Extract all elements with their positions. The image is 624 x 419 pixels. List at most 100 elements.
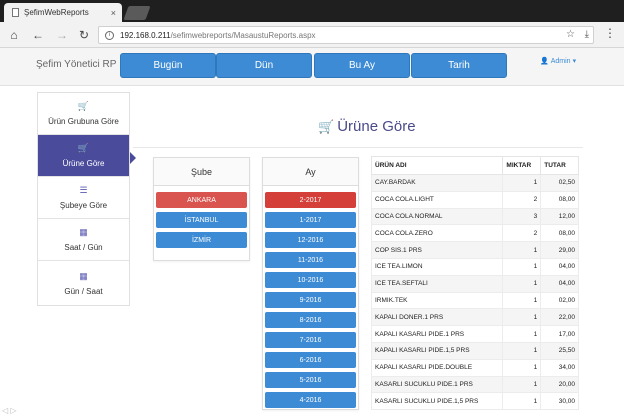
column-header-product[interactable]: ÜRÜN ADI — [371, 156, 504, 175]
calendar-icon: ▦ — [79, 227, 88, 237]
info-icon[interactable]: i — [105, 30, 114, 40]
month-button[interactable]: 11-2016 — [265, 252, 356, 268]
table-row[interactable]: ICE TEA.SEFTALI 1 04,00 — [371, 274, 579, 293]
sidebar-item-label: Şubeye Göre — [59, 201, 108, 210]
cell-amount: 22,00 — [540, 308, 579, 327]
column-header-quantity[interactable]: MIKTAR — [502, 156, 542, 175]
month-button[interactable]: 8-2016 — [265, 312, 356, 328]
month-button[interactable]: 4-2016 — [265, 392, 356, 408]
sidebar-item-branch[interactable]: ☰ Şubeye Göre — [38, 177, 129, 219]
month-panel-header: Ay — [263, 158, 358, 186]
cell-amount: 04,00 — [540, 274, 579, 293]
cell-product-name: IRMIK.TEK — [371, 291, 504, 310]
cell-quantity: 1 — [502, 291, 542, 310]
cell-quantity: 2 — [502, 190, 542, 209]
cell-product-name: ICE TEA.LIMON — [371, 257, 504, 276]
month-panel: Ay 2-2017 1-2017 12-2016 11-2016 10-2016… — [262, 157, 359, 410]
bookmark-star-icon[interactable]: ☆ — [566, 29, 575, 40]
cell-amount: 25,50 — [540, 341, 579, 360]
user-menu[interactable]: 👤 Admin ▾ — [540, 57, 576, 66]
document-icon — [12, 8, 19, 17]
product-report-table: ÜRÜN ADI MIKTAR TUTAR CAY.BARDAK 1 02,50 CO… — [371, 156, 579, 411]
table-row[interactable]: KAPALI KASARLI PIDE.1,5 PRS 1 25,50 — [371, 341, 579, 360]
sidebar-item-day-hour[interactable]: ▦ Gün / Saat — [38, 261, 129, 305]
yesterday-button[interactable]: Dün — [216, 53, 312, 78]
cell-amount: 08,00 — [540, 190, 579, 209]
table-row[interactable]: COCA COLA.LIGHT 2 08,00 — [371, 190, 579, 209]
cart-icon: 🛒 — [318, 118, 335, 134]
browser-menu-icon[interactable]: ⋮ — [604, 26, 616, 40]
address-bar[interactable]: i 192.168.0.211 /sefimwebreports/Masaust… — [98, 26, 594, 44]
branch-panel: Şube ANKARA İSTANBUL İZMİR — [153, 157, 250, 261]
this-month-button[interactable]: Bu Ay — [314, 53, 410, 78]
table-row[interactable]: KASARLI SUCUKLU PIDE.1,5 PRS 1 30,00 — [371, 392, 579, 411]
branch-panel-header: Şube — [154, 158, 249, 186]
cell-quantity: 1 — [502, 257, 542, 276]
cell-product-name: KAPALI KASARLI PIDE.1 PRS — [371, 325, 504, 343]
sidebar-item-hour-day[interactable]: ▦ Saat / Gün — [38, 219, 129, 261]
sidebar-item-label: Ürün Grubuna Göre — [48, 117, 119, 126]
cell-product-name: KAPALI DONER.1 PRS — [371, 308, 504, 327]
calendar-icon: ▦ — [79, 270, 88, 281]
month-button[interactable]: 12-2016 — [265, 232, 356, 248]
month-button[interactable]: 7-2016 — [265, 332, 356, 348]
browser-tab[interactable]: ŞefimWebReports × — [4, 3, 122, 22]
table-row[interactable]: IRMIK.TEK 1 02,00 — [371, 291, 579, 310]
branch-button-istanbul[interactable]: İSTANBUL — [156, 212, 247, 228]
brand-name[interactable]: Şefim Yönetici RP — [36, 59, 116, 70]
cell-amount: 12,00 — [540, 207, 579, 226]
table-row[interactable]: COCA COLA.ZERO 2 08,00 — [371, 224, 579, 243]
column-header-amount[interactable]: TUTAR — [540, 156, 579, 175]
month-button[interactable]: 10-2016 — [265, 272, 356, 288]
month-button[interactable]: 1-2017 — [265, 212, 356, 228]
home-icon[interactable]: ⌂ — [6, 27, 22, 43]
table-row[interactable]: KAPALI KASARLI PIDE.1 PRS 1 17,00 — [371, 325, 579, 343]
cell-amount: 17,00 — [540, 325, 579, 343]
sidebar-item-product-group[interactable]: 🛒 Ürün Grubuna Göre — [38, 93, 129, 135]
cell-quantity: 2 — [502, 224, 542, 243]
date-button[interactable]: Tarih — [411, 53, 507, 78]
new-tab-button[interactable] — [123, 6, 151, 20]
month-button[interactable]: 9-2016 — [265, 292, 356, 308]
forward-icon[interactable]: → — [54, 27, 70, 43]
sidebar-item-product[interactable]: 🛒 Ürüne Göre — [38, 135, 129, 177]
branch-button-ankara[interactable]: ANKARA — [156, 192, 247, 208]
table-row[interactable]: COP SIS.1 PRS 1 29,00 — [371, 241, 579, 259]
table-body: CAY.BARDAK 1 02,50 COCA COLA.LIGHT 2 08,00 COC… — [371, 174, 579, 411]
cell-product-name: KASARLI SUCUKLU PIDE.1,5 PRS — [371, 392, 504, 411]
close-tab-icon[interactable]: × — [111, 8, 116, 18]
list-icon: ☰ — [79, 185, 88, 195]
user-name: Admin — [550, 57, 571, 65]
table-row[interactable]: KAPALI KASARLI PIDE.DOUBLE 1 34,00 — [371, 358, 579, 377]
cell-amount: 30,00 — [540, 392, 579, 411]
table-row[interactable]: KAPALI DONER.1 PRS 1 22,00 — [371, 308, 579, 327]
page-title: 🛒 Ürüne Göre — [318, 118, 416, 135]
sidebar-item-label: Ürüne Göre — [62, 159, 105, 168]
month-button[interactable]: 5-2016 — [265, 372, 356, 388]
table-row[interactable]: CAY.BARDAK 1 02,50 — [371, 174, 579, 192]
cell-quantity: 1 — [502, 174, 542, 192]
cart-icon: 🛒 — [77, 143, 90, 153]
nav-arrows-hint: ◁ ▷ — [2, 406, 17, 415]
tab-title: ŞefimWebReports — [24, 8, 89, 17]
table-header-row: ÜRÜN ADI MIKTAR TUTAR — [371, 156, 579, 175]
month-button[interactable]: 2-2017 — [265, 192, 356, 208]
month-button[interactable]: 6-2016 — [265, 352, 356, 368]
table-row[interactable]: KASARLI SUCUKLU PIDE.1 PRS 1 20,00 — [371, 375, 579, 394]
cell-amount: 29,00 — [540, 241, 579, 259]
sidebar-item-label: Gün / Saat — [64, 286, 103, 296]
cell-quantity: 1 — [502, 325, 542, 343]
reload-icon[interactable]: ↻ — [76, 27, 92, 43]
today-button[interactable]: Bugün — [120, 53, 216, 78]
branch-button-izmir[interactable]: İZMİR — [156, 232, 247, 248]
download-icon[interactable]: ⤓ — [585, 29, 589, 40]
active-indicator-arrow — [130, 152, 136, 164]
table-row[interactable]: COCA COLA.NORMAL 3 12,00 — [371, 207, 579, 226]
table-row[interactable]: ICE TEA.LIMON 1 04,00 — [371, 257, 579, 276]
cell-quantity: 1 — [502, 392, 542, 411]
report-sidebar: 🛒 Ürün Grubuna Göre 🛒 Ürüne Göre ☰ Şubey… — [37, 92, 130, 306]
back-icon[interactable]: ← — [30, 27, 46, 43]
cell-quantity: 1 — [502, 341, 542, 360]
cell-amount: 02,50 — [540, 174, 579, 192]
cell-amount: 08,00 — [540, 224, 579, 243]
